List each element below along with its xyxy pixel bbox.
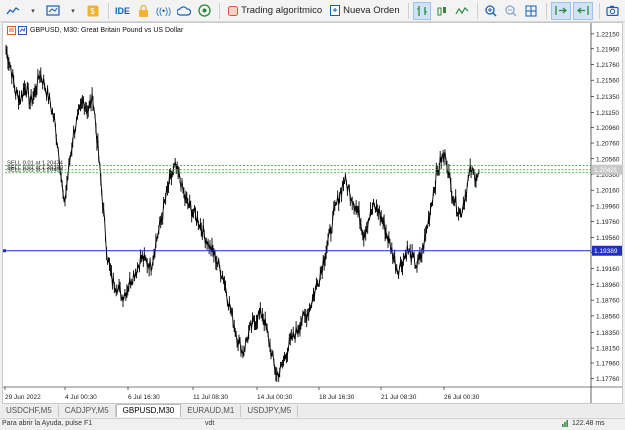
line-chart-icon[interactable] — [453, 2, 471, 20]
signal-icon[interactable]: ((•)) — [154, 2, 173, 20]
bar-chart-icon[interactable] — [412, 1, 431, 20]
main-toolbar: ▾ ▾ $ IDE ((•)) Trading algorítmico Nuev… — [0, 0, 625, 22]
separator — [598, 2, 600, 19]
price-tick-label: 1.20960 — [596, 125, 620, 132]
symbol-icon[interactable] — [18, 26, 27, 35]
price-tick-label: 1.18960 — [596, 282, 620, 289]
ide-button[interactable]: IDE — [113, 2, 132, 20]
chevron-down-icon[interactable]: ▾ — [24, 2, 42, 20]
price-tick-label: 1.21960 — [596, 46, 620, 53]
separator — [545, 2, 547, 19]
tab-euraud[interactable]: EURAUD,M1 — [181, 405, 242, 417]
zoom-out-icon[interactable] — [502, 2, 520, 20]
price-chart[interactable]: 1.22150 1.21960 1.21760 1.21560 1.21350 1.211… — [3, 23, 622, 403]
new-order-button[interactable]: Nueva Orden — [326, 2, 404, 20]
price-tick-label: 1.21760 — [596, 62, 620, 69]
chart-tabs: USDCHF,M5 CADJPY,M5 GBPUSD,M30 EURAUD,M1… — [0, 404, 625, 417]
screenshot-icon[interactable] — [604, 2, 622, 20]
connection-icon — [562, 419, 570, 430]
price-tick-label: 1.17760 — [596, 376, 620, 383]
chart-title: GBPUSD, M30: Great Britain Pound vs US D… — [30, 27, 184, 34]
grid-icon[interactable] — [522, 2, 540, 20]
price-tick-label: 1.20160 — [596, 188, 620, 195]
price-tick-label: 1.18560 — [596, 313, 620, 320]
chart-header: GBPUSD, M30: Great Britain Pound vs US D… — [7, 26, 183, 35]
time-tick-label: 29 Jun 2022 — [5, 394, 41, 401]
price-tick-label: 1.21350 — [596, 94, 620, 101]
tab-usdchf[interactable]: USDCHF,M5 — [0, 405, 59, 417]
time-tick-label: 4 Jul 00:30 — [65, 394, 97, 401]
price-tick-label: 1.22150 — [596, 31, 620, 38]
separator — [108, 2, 109, 19]
chart-menu-icon[interactable] — [7, 26, 16, 35]
cloud-icon[interactable] — [175, 2, 193, 20]
price-tick-label: 1.19760 — [596, 219, 620, 226]
chart-shift-icon[interactable] — [572, 1, 593, 20]
price-tick-label: 1.21150 — [596, 110, 619, 117]
algo-trading-button[interactable]: Trading algorítmico — [224, 2, 326, 20]
tab-gbpusd[interactable]: GBPUSD,M30 — [115, 404, 182, 417]
separator — [219, 2, 221, 19]
dollar-icon[interactable]: $ — [84, 2, 102, 20]
new-order-label: Nueva Orden — [343, 5, 400, 16]
separator — [476, 2, 478, 19]
price-tick-label: 1.19160 — [596, 266, 620, 273]
tab-usdjpy[interactable]: USDJPY,M5 — [241, 405, 299, 417]
price-tick-label: 1.20560 — [596, 156, 620, 163]
horizontal-line-handle — [3, 249, 6, 253]
time-tick-label: 21 Jul 08:30 — [381, 394, 417, 401]
separator — [407, 2, 409, 19]
time-tick-label: 14 Jul 00:30 — [257, 394, 293, 401]
autoscroll-icon[interactable] — [550, 1, 571, 20]
tab-cadjpy[interactable]: CADJPY,M5 — [59, 405, 116, 417]
chevron-down-icon-2[interactable]: ▾ — [64, 2, 82, 20]
price-tick-label: 1.17960 — [596, 361, 620, 368]
zoom-in-icon[interactable] — [482, 2, 500, 20]
lock-icon[interactable] — [134, 2, 152, 20]
chart-window[interactable]: 1.22150 1.21960 1.21760 1.21560 1.21350 1.211… — [2, 22, 623, 404]
price-tick-label: 1.21560 — [596, 78, 620, 85]
price-tick-label: 1.18350 — [596, 330, 620, 337]
time-tick-label: 18 Jul 16:30 — [319, 394, 355, 401]
price-tick-label: 1.18760 — [596, 298, 620, 305]
price-tick-label: 1.18150 — [596, 346, 620, 353]
price-tick-label: 1.20760 — [596, 141, 620, 148]
chart-type-icon[interactable] — [4, 2, 22, 20]
order-line-label: SELL 0.01 at 1.20408 — [7, 168, 63, 174]
time-tick-label: 26 Jul 00:30 — [444, 394, 480, 401]
time-tick-label: 11 Jul 08:30 — [193, 394, 228, 401]
template-icon[interactable] — [44, 2, 62, 20]
candlestick-icon[interactable] — [433, 2, 451, 20]
horizontal-line-price-label: 1.19389 — [594, 248, 618, 255]
current-price-label: 1.20421 — [594, 167, 618, 174]
market-icon[interactable] — [195, 2, 213, 20]
price-tick-label: 1.19560 — [596, 235, 620, 242]
svg-text:$: $ — [90, 7, 95, 16]
algo-trading-label: Trading algorítmico — [241, 5, 323, 16]
time-tick-label: 6 Jul 16:30 — [128, 394, 160, 401]
price-tick-label: 1.19960 — [596, 203, 620, 210]
price-series-line — [5, 49, 480, 378]
